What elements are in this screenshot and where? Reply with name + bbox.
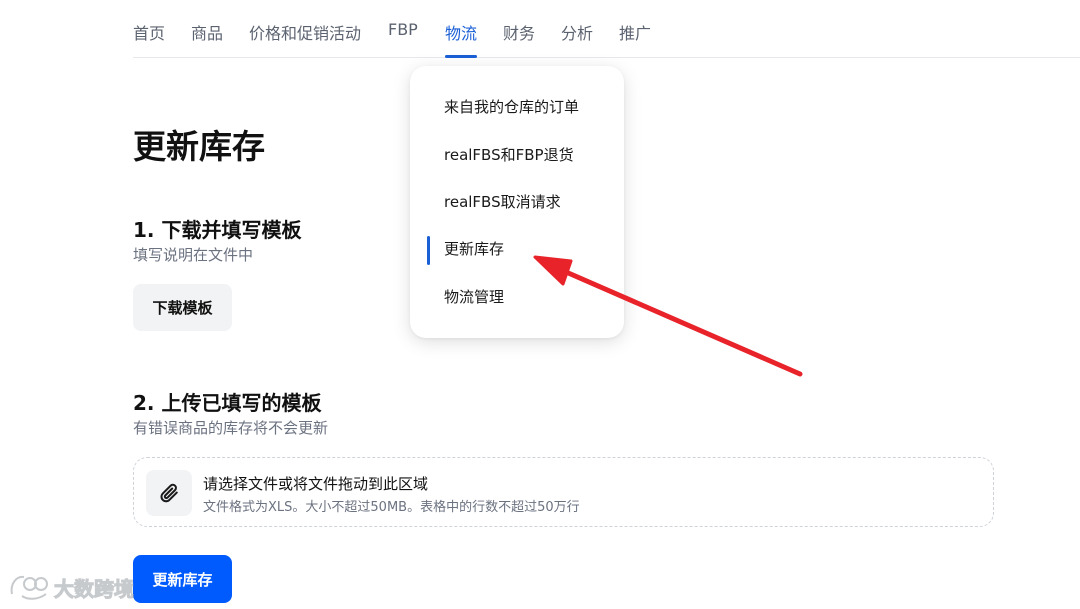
tab-finance[interactable]: 财务 bbox=[503, 20, 535, 44]
update-stock-button[interactable]: 更新库存 bbox=[133, 555, 232, 603]
watermark-text: 大数跨境 bbox=[54, 576, 135, 601]
tab-products[interactable]: 商品 bbox=[191, 20, 223, 44]
tab-analytics[interactable]: 分析 bbox=[561, 20, 593, 44]
top-navigation: 首页 商品 价格和促销活动 FBP 物流 财务 分析 推广 bbox=[133, 0, 1080, 58]
paperclip-icon-box bbox=[146, 470, 192, 516]
active-indicator bbox=[427, 236, 430, 265]
step1-description: 填写说明在文件中 bbox=[133, 246, 254, 264]
watermark: 大数跨境 bbox=[8, 572, 135, 602]
file-dropzone[interactable]: 请选择文件或将文件拖动到此区域 文件格式为XLS。大小不超过50MB。表格中的行… bbox=[133, 457, 994, 527]
logistics-dropdown-menu: 来自我的仓库的订单 realFBS和FBP退货 realFBS取消请求 更新库存… bbox=[410, 66, 624, 338]
dropzone-title: 请选择文件或将文件拖动到此区域 bbox=[203, 475, 429, 493]
tab-fbp[interactable]: FBP bbox=[388, 20, 418, 39]
menu-item-update-stock[interactable]: 更新库存 bbox=[444, 238, 504, 259]
tab-prices-promotions[interactable]: 价格和促销活动 bbox=[249, 20, 361, 44]
logo-icon bbox=[10, 575, 48, 600]
step2-description: 有错误商品的库存将不会更新 bbox=[133, 419, 329, 437]
step2-title: 2. 上传已填写的模板 bbox=[133, 391, 322, 415]
dropzone-hint: 文件格式为XLS。大小不超过50MB。表格中的行数不超过50万行 bbox=[203, 500, 580, 515]
page-title: 更新库存 bbox=[133, 127, 265, 166]
paperclip-icon bbox=[160, 483, 178, 503]
tab-logistics[interactable]: 物流 bbox=[445, 20, 478, 58]
menu-item-orders-from-my-warehouse[interactable]: 来自我的仓库的订单 bbox=[444, 96, 579, 117]
menu-item-realfbs-cancel-requests[interactable]: realFBS取消请求 bbox=[444, 191, 561, 212]
download-template-button[interactable]: 下载模板 bbox=[133, 284, 232, 331]
menu-item-logistics-management[interactable]: 物流管理 bbox=[444, 286, 504, 307]
step1-title: 1. 下载并填写模板 bbox=[133, 218, 302, 242]
tab-promotion[interactable]: 推广 bbox=[619, 20, 651, 44]
menu-item-realfbs-fbp-returns[interactable]: realFBS和FBP退货 bbox=[444, 144, 574, 165]
tab-home[interactable]: 首页 bbox=[133, 20, 165, 44]
